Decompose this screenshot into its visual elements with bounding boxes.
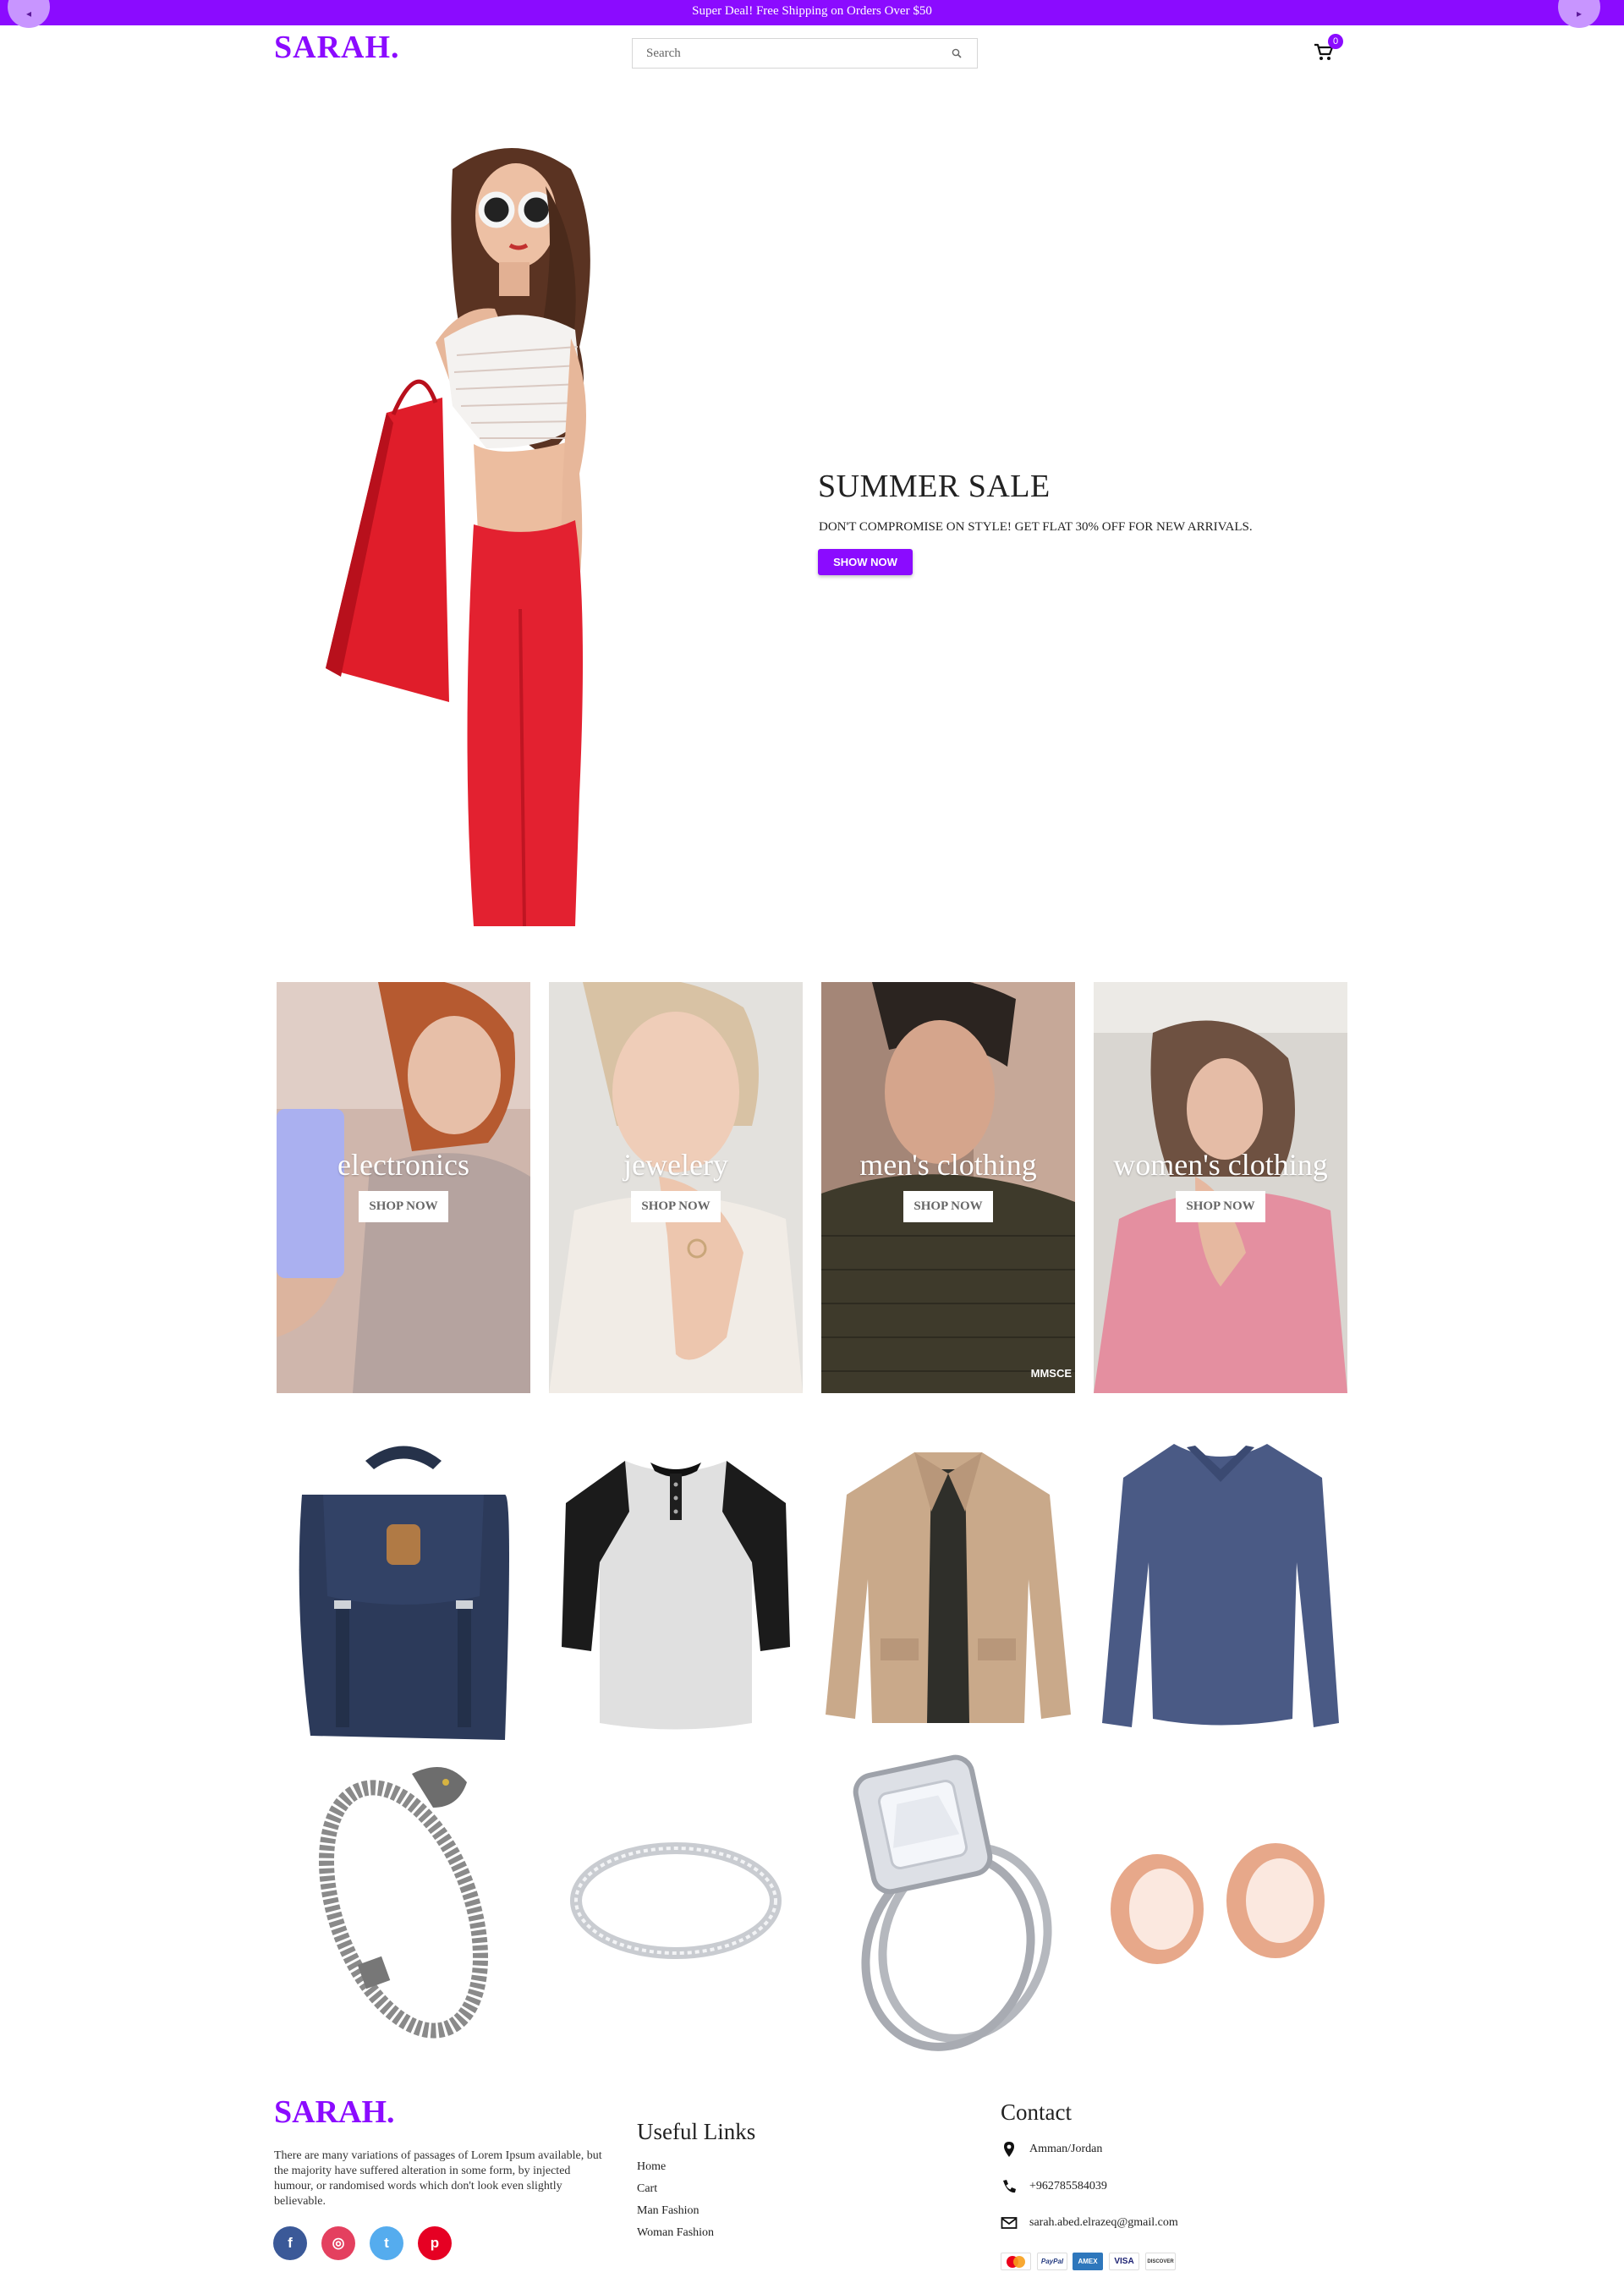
contact-phone: +962785584039 — [1001, 2178, 1107, 2195]
search-bar[interactable] — [632, 38, 978, 69]
visa-icon: VISA — [1109, 2253, 1139, 2270]
raglan-tee-image — [562, 1461, 790, 1730]
footer-link-cart[interactable]: Cart — [637, 2181, 714, 2203]
address-text: Amman/Jordan — [1029, 2143, 1103, 2155]
category-title: electronics — [337, 1148, 469, 1182]
mastercard-icon — [1001, 2253, 1031, 2270]
silver-ring-image — [570, 1842, 782, 1959]
product-card-backpack[interactable] — [277, 1435, 530, 1740]
social-links: f ◎ t p — [273, 2226, 452, 2260]
email-text: sarah.abed.elrazeq@gmail.com — [1029, 2216, 1178, 2229]
hero-show-now-button[interactable]: SHOW NOW — [818, 549, 913, 575]
chevron-right-icon: ▸ — [1576, 7, 1583, 19]
category-jewelery-image — [549, 982, 803, 1393]
category-card-jewelery[interactable]: jewelery SHOP NOW — [549, 982, 803, 1393]
diamond-ring-image — [853, 1754, 1052, 2051]
product-card-jacket[interactable] — [821, 1435, 1075, 1740]
contact-address: Amman/Jordan — [1001, 2141, 1102, 2158]
discover-icon: DISCOVER — [1145, 2253, 1176, 2270]
hero-model-image — [326, 148, 590, 926]
category-title: women's clothing — [1113, 1148, 1328, 1182]
product-card-silver-ring[interactable] — [549, 1748, 803, 2053]
useful-links-list: Home Cart Man Fashion Woman Fashion — [637, 2159, 714, 2247]
mail-icon — [1001, 2217, 1018, 2229]
amex-icon: AMEX — [1073, 2253, 1103, 2270]
location-pin-icon — [1004, 2142, 1014, 2157]
product-card-raglan-tee[interactable] — [549, 1435, 803, 1740]
cart-count-badge: 0 — [1328, 34, 1343, 49]
product-card-rose-gold-plugs[interactable] — [1094, 1748, 1347, 2053]
search-icon[interactable] — [952, 48, 962, 58]
footer-description: There are many variations of passages of… — [274, 2149, 602, 2208]
shop-now-button[interactable]: SHOP NOW — [903, 1191, 993, 1222]
backpack-image — [299, 1446, 509, 1740]
shop-now-button[interactable]: SHOP NOW — [1176, 1191, 1265, 1222]
phone-text: +962785584039 — [1029, 2180, 1107, 2192]
category-electronics-image — [277, 982, 530, 1393]
category-mens-clothing-image — [821, 982, 1075, 1393]
category-card-electronics[interactable]: electronics SHOP NOW — [277, 982, 530, 1393]
chevron-left-icon: ◂ — [25, 7, 32, 19]
shop-now-button[interactable]: SHOP NOW — [631, 1191, 721, 1222]
category-womens-clothing-image — [1094, 982, 1347, 1393]
jacket-image — [826, 1452, 1071, 1723]
paypal-icon: PayPal — [1037, 2253, 1067, 2270]
useful-links-heading: Useful Links — [637, 2119, 756, 2144]
announcement-bar: Super Deal! Free Shipping on Orders Over… — [0, 0, 1624, 25]
search-input[interactable] — [633, 39, 937, 68]
category-title: men's clothing — [859, 1148, 1037, 1182]
product-card-dragon-bracelet[interactable] — [277, 1748, 530, 2053]
site-logo[interactable]: SARAH. — [274, 29, 400, 66]
facebook-icon[interactable]: f — [273, 2226, 307, 2260]
product-card-long-sleeve-shirt[interactable] — [1094, 1435, 1347, 1740]
footer-link-woman-fashion[interactable]: Woman Fashion — [637, 2225, 714, 2247]
image-watermark: MMSCE — [1030, 1367, 1072, 1380]
hero-title: SUMMER SALE — [818, 469, 1051, 504]
long-sleeve-shirt-image — [1102, 1444, 1339, 1727]
product-card-diamond-ring[interactable] — [821, 1748, 1075, 2053]
phone-icon — [1003, 2180, 1016, 2193]
category-title: jewelery — [623, 1148, 728, 1182]
contact-email: sarah.abed.elrazeq@gmail.com — [1001, 2214, 1178, 2231]
contact-heading: Contact — [1001, 2099, 1072, 2125]
hero-subtitle: DON'T COMPROMISE ON STYLE! GET FLAT 30% … — [819, 520, 1253, 534]
twitter-icon[interactable]: t — [370, 2226, 403, 2260]
announcement-text: Super Deal! Free Shipping on Orders Over… — [692, 4, 932, 18]
footer-link-home[interactable]: Home — [637, 2159, 714, 2181]
category-card-mens-clothing[interactable]: men's clothing SHOP NOW MMSCE — [821, 982, 1075, 1393]
footer-logo[interactable]: SARAH. — [274, 2094, 395, 2131]
dragon-bracelet-image — [318, 1767, 489, 2039]
shop-now-button[interactable]: SHOP NOW — [359, 1191, 448, 1222]
category-card-womens-clothing[interactable]: women's clothing SHOP NOW — [1094, 982, 1347, 1393]
rose-gold-plugs-image — [1111, 1843, 1325, 1964]
footer-link-man-fashion[interactable]: Man Fashion — [637, 2203, 714, 2225]
pinterest-icon[interactable]: p — [418, 2226, 452, 2260]
instagram-icon[interactable]: ◎ — [321, 2226, 355, 2260]
